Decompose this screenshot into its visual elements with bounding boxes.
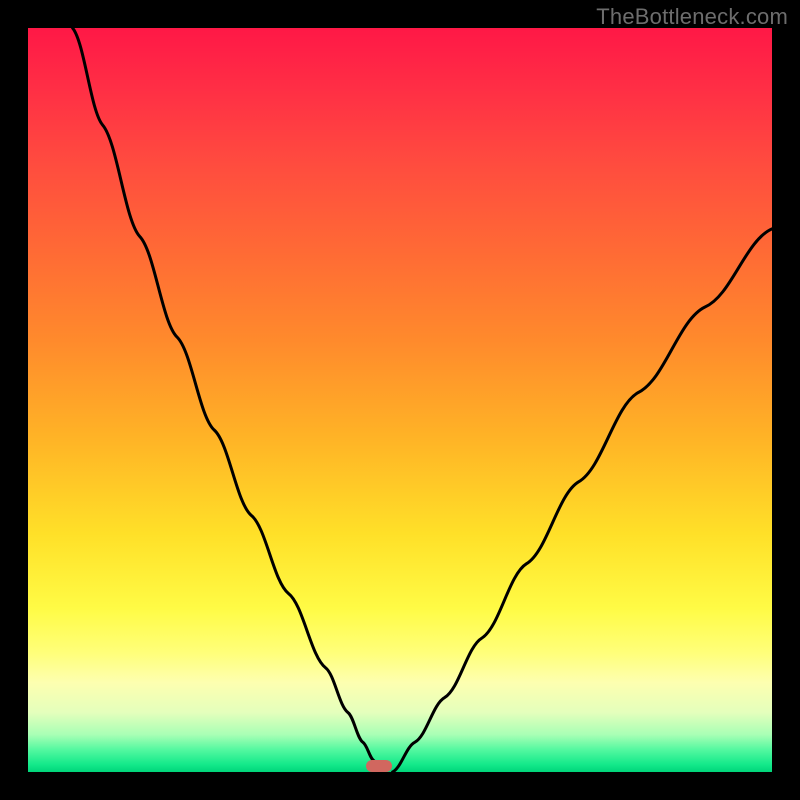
curve-right-branch <box>393 229 772 772</box>
optimum-marker <box>366 760 392 772</box>
curve-left-branch <box>73 28 380 772</box>
watermark-text: TheBottleneck.com <box>596 4 788 30</box>
bottleneck-curve <box>28 28 772 772</box>
chart-frame: TheBottleneck.com <box>0 0 800 800</box>
plot-area <box>28 28 772 772</box>
